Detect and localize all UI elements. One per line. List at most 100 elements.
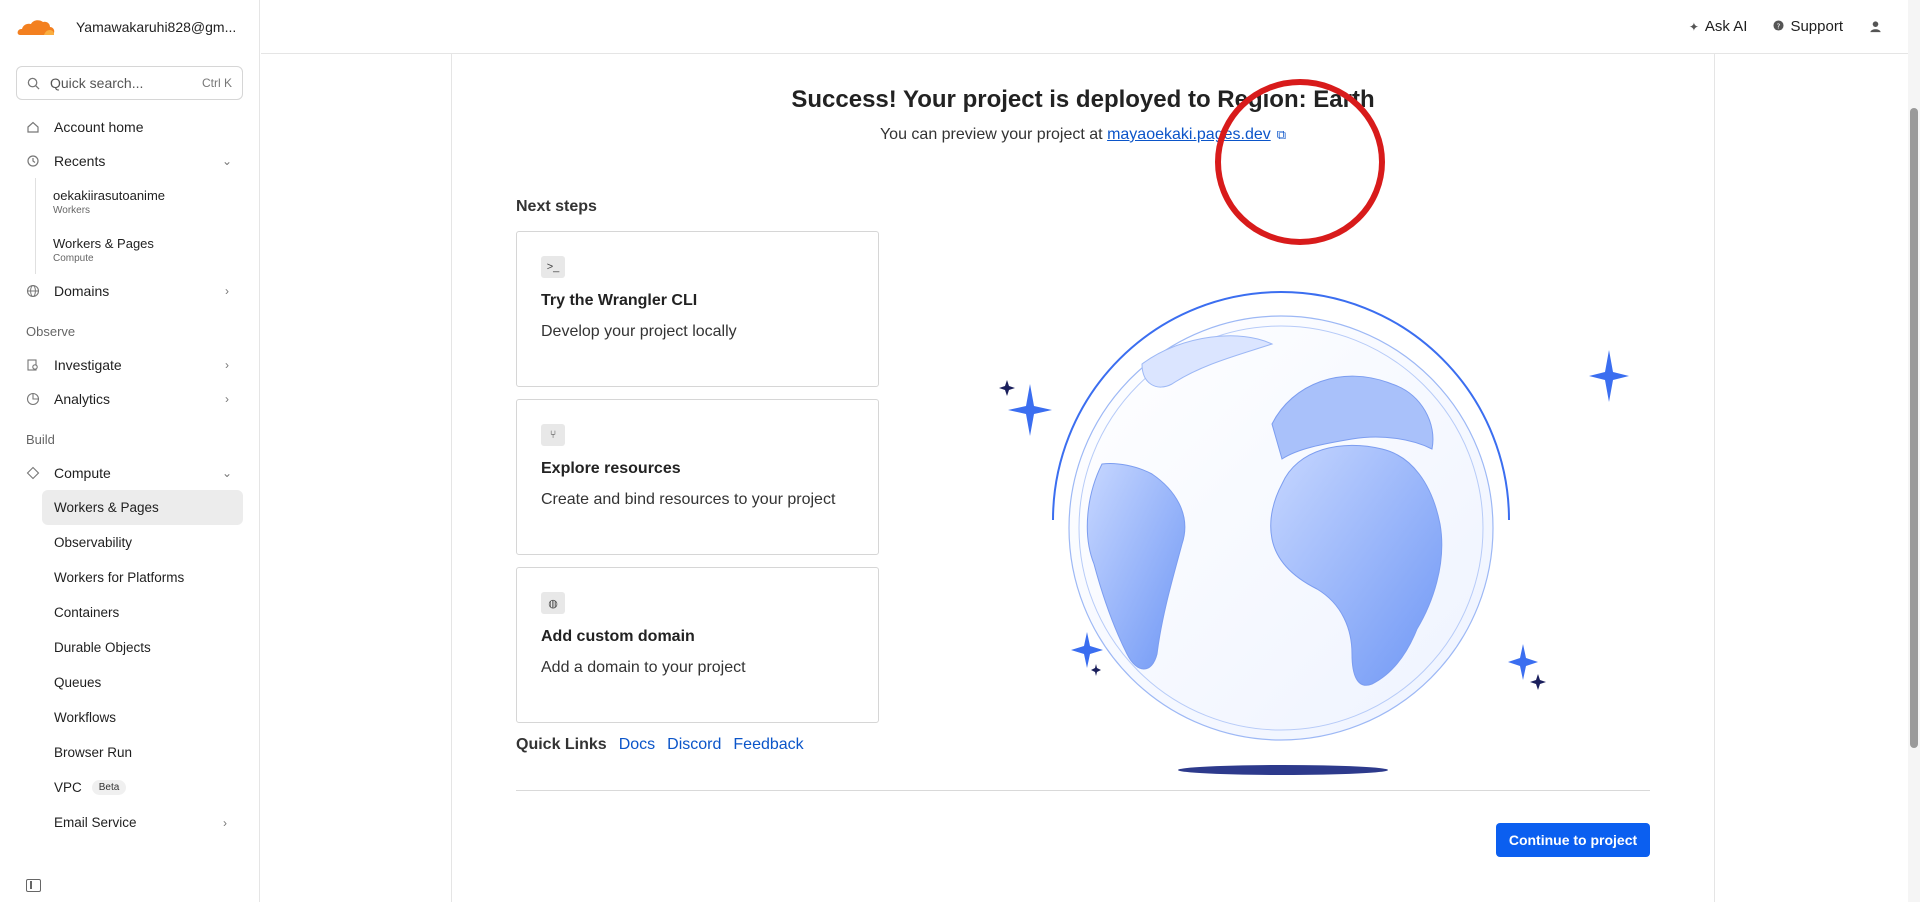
support-button[interactable]: ? Support [1773,18,1843,35]
globe-illustration [999,291,1629,775]
card-custom-domain[interactable]: ◍ Add custom domain Add a domain to your… [516,567,879,723]
sparkle-icon: ✦ [1688,19,1699,34]
card-title: Try the Wrangler CLI [541,292,698,309]
pie-chart-icon [26,392,40,406]
ask-ai-button[interactable]: ✦ Ask AI [1689,18,1748,35]
help-icon: ? [1773,19,1784,34]
sidebar-item-analytics[interactable]: Analytics › [0,382,259,416]
card-wrangler-cli[interactable]: >_ Try the Wrangler CLI Develop your pro… [516,231,879,387]
hierarchy-icon: ⑂ [541,424,565,446]
continue-to-project-button[interactable]: Continue to project [1496,823,1650,857]
recent-item-oekakiirasutoanime[interactable]: oekakiirasutoanime Workers [35,178,259,226]
discord-link[interactable]: Discord [667,736,721,754]
card-explore-resources[interactable]: ⑂ Explore resources Create and bind reso… [516,399,879,555]
chevron-right-icon: › [225,392,229,406]
chevron-right-icon: › [225,284,229,298]
scrollbar-thumb[interactable] [1910,108,1918,748]
account-switcher[interactable]: Yamawakaruhi828@gm... [0,0,259,54]
preview-line: You can preview your project at mayaoeka… [452,126,1714,144]
feedback-link[interactable]: Feedback [733,736,803,754]
sidebar-item-workers-for-platforms[interactable]: Workers for Platforms [42,560,243,595]
svg-text:?: ? [1777,21,1781,30]
sidebar-item-label: Workers for Platforms [54,570,185,585]
sparkle-icon [1589,350,1629,402]
sidebar-item-label: Durable Objects [54,640,151,655]
sparkle-icon [1508,644,1538,680]
sparkle-icon [1091,664,1101,676]
success-headline: Success! Your project is deployed to Reg… [791,86,1375,113]
sidebar-item-label: Containers [54,605,120,620]
quick-links: Quick Links Docs Discord Feedback [516,736,816,754]
preview-prefix: You can preview your project at [879,126,1103,143]
sidebar-item-label: Workflows [54,710,117,725]
sidebar-item-domains[interactable]: Domains › [0,274,259,308]
sidebar-item-label: Browser Run [54,745,133,760]
sparkle-icon [999,380,1015,396]
search-icon [27,77,40,90]
sidebar-item-label: Analytics [54,391,111,407]
sidebar-item-label: Workers & Pages [54,500,159,515]
sidebar-item-vpc[interactable]: VPC Beta [42,770,243,805]
sidebar-item-workers-pages[interactable]: Workers & Pages [42,490,243,525]
sidebar-item-queues[interactable]: Queues [42,665,243,700]
sidebar-item-observability[interactable]: Observability [42,525,243,560]
support-label: Support [1790,18,1843,35]
user-menu-button[interactable] [1869,20,1882,33]
sidebar-item-recents[interactable]: Recents ⌄ [0,144,259,178]
sidebar-item-label: Observability [54,535,133,550]
account-name: Yamawakaruhi828@gm... [76,18,237,35]
sidebar-item-workflows[interactable]: Workflows [42,700,243,735]
sidebar-item-durable-objects[interactable]: Durable Objects [42,630,243,665]
sidebar-item-account-home[interactable]: Account home [0,110,259,144]
topbar: ✦ Ask AI ? Support [261,0,1908,54]
recent-item-subtitle: Workers [53,205,91,216]
recent-item-subtitle: Compute [53,253,94,264]
sidebar-item-label: Email Service [54,815,137,830]
card-description: Add a domain to your project [541,659,746,676]
search-shortcut: Ctrl K [202,76,232,90]
chevron-right-icon: › [225,358,229,372]
globe-icon: ◍ [541,592,565,614]
sidebar-item-containers[interactable]: Containers [42,595,243,630]
globe-icon [26,284,40,298]
globe-shadow [1178,765,1388,775]
cloudflare-logo-icon [17,19,55,35]
sidebar-item-label: Account home [54,119,144,135]
chevron-down-icon: ⌄ [221,466,233,480]
recent-item-title: Workers & Pages [53,236,154,251]
annotation-circle [1215,79,1385,245]
sparkle-icon [1530,674,1546,690]
card-description: Create and bind resources to your projec… [541,491,836,508]
quick-links-label: Quick Links [516,736,607,753]
main-panel: Success! Your project is deployed to Reg… [451,54,1715,902]
collapse-sidebar-icon[interactable] [26,879,41,892]
card-title: Explore resources [541,460,681,477]
sidebar-item-compute[interactable]: Compute ⌄ [0,456,259,490]
section-title-observe: Observe [26,323,76,339]
next-steps-title: Next steps [516,198,597,215]
sidebar-item-label: Queues [54,675,102,690]
terminal-icon: >_ [541,256,565,278]
sidebar: Yamawakaruhi828@gm... Quick search... Ct… [0,0,260,902]
sidebar-item-investigate[interactable]: Investigate › [0,348,259,382]
recent-item-workers-pages[interactable]: Workers & Pages Compute [35,226,259,274]
sidebar-item-label: Compute [54,465,111,481]
section-title-build: Build [26,431,55,447]
search-placeholder: Quick search... [50,75,144,91]
sidebar-item-email-service[interactable]: Email Service › [42,805,243,840]
scrollbar[interactable] [1908,0,1920,902]
history-icon [26,154,40,168]
card-description: Develop your project locally [541,323,737,340]
docs-link[interactable]: Docs [619,736,655,754]
sidebar-item-label: VPC [54,780,82,795]
home-icon [26,120,40,134]
quick-search-input[interactable]: Quick search... Ctrl K [16,66,243,100]
ask-ai-label: Ask AI [1704,18,1748,35]
sparkle-icon [1008,384,1052,436]
chevron-down-icon: ⌄ [221,154,233,168]
recent-item-title: oekakiirasutoanime [53,188,166,203]
investigate-icon [26,358,40,372]
sidebar-item-browser-run[interactable]: Browser Run [42,735,243,770]
sidebar-item-label: Investigate [54,357,122,373]
card-title: Add custom domain [541,628,695,645]
